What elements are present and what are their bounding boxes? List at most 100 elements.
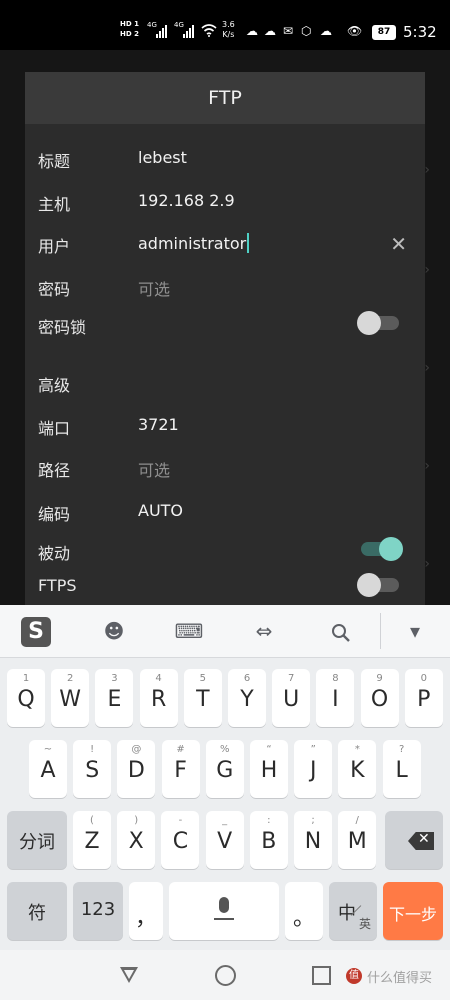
key-a[interactable]: ~ A: [29, 740, 67, 798]
key-label: C: [172, 829, 189, 854]
search-icon[interactable]: [323, 615, 359, 647]
sync-cloud-icon: ☁: [264, 24, 276, 38]
password-lock-label: 密码锁: [38, 318, 87, 337]
key-w[interactable]: 2W: [51, 669, 90, 727]
title-label: 标题: [38, 152, 71, 171]
watermark-text: 什么值得买: [367, 971, 433, 986]
key-l[interactable]: ? L: [382, 740, 421, 798]
key-label: B: [261, 829, 277, 854]
key-label: G: [216, 758, 234, 783]
home-icon[interactable]: [215, 965, 236, 986]
key-x[interactable]: ) X: [117, 811, 156, 869]
text-cursor: [247, 233, 250, 253]
ftps-toggle[interactable]: [357, 573, 399, 597]
clock: 5:32: [403, 23, 437, 41]
toggle-knob: [379, 537, 403, 561]
space-key[interactable]: [169, 882, 279, 940]
key-z[interactable]: (Z: [73, 811, 111, 869]
passive-toggle[interactable]: [361, 537, 403, 561]
key-o[interactable]: 9O: [360, 669, 399, 727]
key-c[interactable]: -C: [161, 811, 200, 869]
net-speed-value: 3.6: [222, 20, 235, 29]
key-secondary-label: 9: [376, 673, 383, 684]
encoding-label: 编码: [38, 505, 71, 524]
number-key[interactable]: 123: [73, 882, 123, 940]
key-j[interactable]: ” J: [294, 740, 333, 798]
title-input[interactable]: lebest: [138, 148, 187, 167]
symbol-key-label: 符: [28, 903, 46, 924]
key-q[interactable]: 1Q: [7, 669, 45, 727]
keyboard-toolbar: S ☻ ⌨ ⇔ ▾: [0, 605, 450, 658]
key-secondary-label: ?: [398, 744, 405, 755]
key-i[interactable]: 8I: [316, 669, 355, 727]
key-b[interactable]: :B: [249, 811, 288, 869]
port-input[interactable]: 3721: [138, 415, 179, 434]
chevron-right-icon: ›: [424, 458, 430, 474]
comma-key-label: ，: [134, 906, 157, 931]
key-label: L: [395, 758, 408, 783]
key-secondary-label: 5: [199, 673, 206, 684]
key-g[interactable]: % G: [205, 740, 244, 798]
key-p[interactable]: 0P: [404, 669, 443, 727]
key-secondary-label: /: [355, 815, 359, 826]
symbol-key[interactable]: 符: [7, 882, 67, 940]
keyboard-icon[interactable]: ⌨: [171, 615, 207, 647]
comma-key[interactable]: ，: [129, 882, 163, 940]
next-step-key[interactable]: 下一步: [383, 882, 443, 940]
key-label: P: [417, 687, 431, 712]
key-label: R: [150, 687, 167, 712]
wifi-icon: [201, 24, 217, 40]
encoding-select[interactable]: AUTO: [138, 501, 183, 520]
backspace-glyph: ✕: [418, 831, 430, 847]
key-n[interactable]: ; N: [294, 811, 332, 869]
user-row: 用户 administrator ✕: [25, 229, 425, 259]
language-switch-key[interactable]: 中 英: [329, 882, 377, 940]
backspace-icon: ✕: [408, 832, 434, 850]
ftps-row: FTPS: [25, 572, 425, 602]
key-h[interactable]: “H: [250, 740, 288, 798]
user-input[interactable]: administrator: [138, 233, 250, 253]
collapse-icon[interactable]: ▾: [397, 615, 433, 647]
back-icon[interactable]: [120, 967, 138, 983]
signal-icon: [156, 24, 172, 38]
password-input[interactable]: 可选: [138, 276, 170, 300]
toolbar-divider: [380, 613, 381, 649]
key-f[interactable]: # F: [161, 740, 200, 798]
period-key-label: 。: [292, 906, 315, 931]
path-input[interactable]: 可选: [138, 457, 170, 481]
key-y[interactable]: 6Y: [228, 669, 266, 727]
key-t[interactable]: 5T: [183, 669, 222, 727]
encoding-row: 编码 AUTO: [25, 497, 425, 527]
key-secondary-label: :: [267, 815, 271, 826]
key-label: A: [40, 758, 56, 783]
key-label: X: [128, 829, 144, 854]
clear-icon[interactable]: ✕: [390, 232, 407, 256]
backspace-key[interactable]: ✕: [385, 811, 443, 869]
key-d[interactable]: @ D: [117, 740, 156, 798]
advanced-section-label: 高级: [38, 376, 71, 395]
key-m[interactable]: / M: [338, 811, 377, 869]
key-k[interactable]: * K: [338, 740, 377, 798]
host-input[interactable]: 192.168 2.9: [138, 191, 235, 210]
cursor-move-icon[interactable]: ⇔: [246, 615, 282, 647]
key-secondary-label: 7: [288, 673, 295, 684]
sogou-logo-icon[interactable]: S: [21, 617, 51, 647]
key-s[interactable]: ! S: [73, 740, 112, 798]
key-label: J: [309, 758, 317, 783]
key-secondary-label: 0: [420, 673, 427, 684]
key-label: V: [217, 829, 233, 854]
key-r[interactable]: 4R: [139, 669, 178, 727]
key-secondary-label: @: [131, 744, 142, 755]
chevron-right-icon: ›: [424, 360, 430, 376]
password-label: 密码: [38, 280, 71, 299]
period-key[interactable]: 。: [285, 882, 323, 940]
segment-key[interactable]: 分词: [7, 811, 67, 869]
recent-apps-icon[interactable]: [312, 966, 331, 985]
emoji-icon[interactable]: ☻: [96, 615, 132, 647]
key-v[interactable]: _ V: [205, 811, 244, 869]
next-step-label: 下一步: [388, 905, 437, 924]
key-u[interactable]: 7U: [272, 669, 311, 727]
password-lock-toggle[interactable]: [357, 311, 399, 335]
key-e[interactable]: 3E: [95, 669, 134, 727]
key-secondary-label: #: [176, 744, 185, 755]
